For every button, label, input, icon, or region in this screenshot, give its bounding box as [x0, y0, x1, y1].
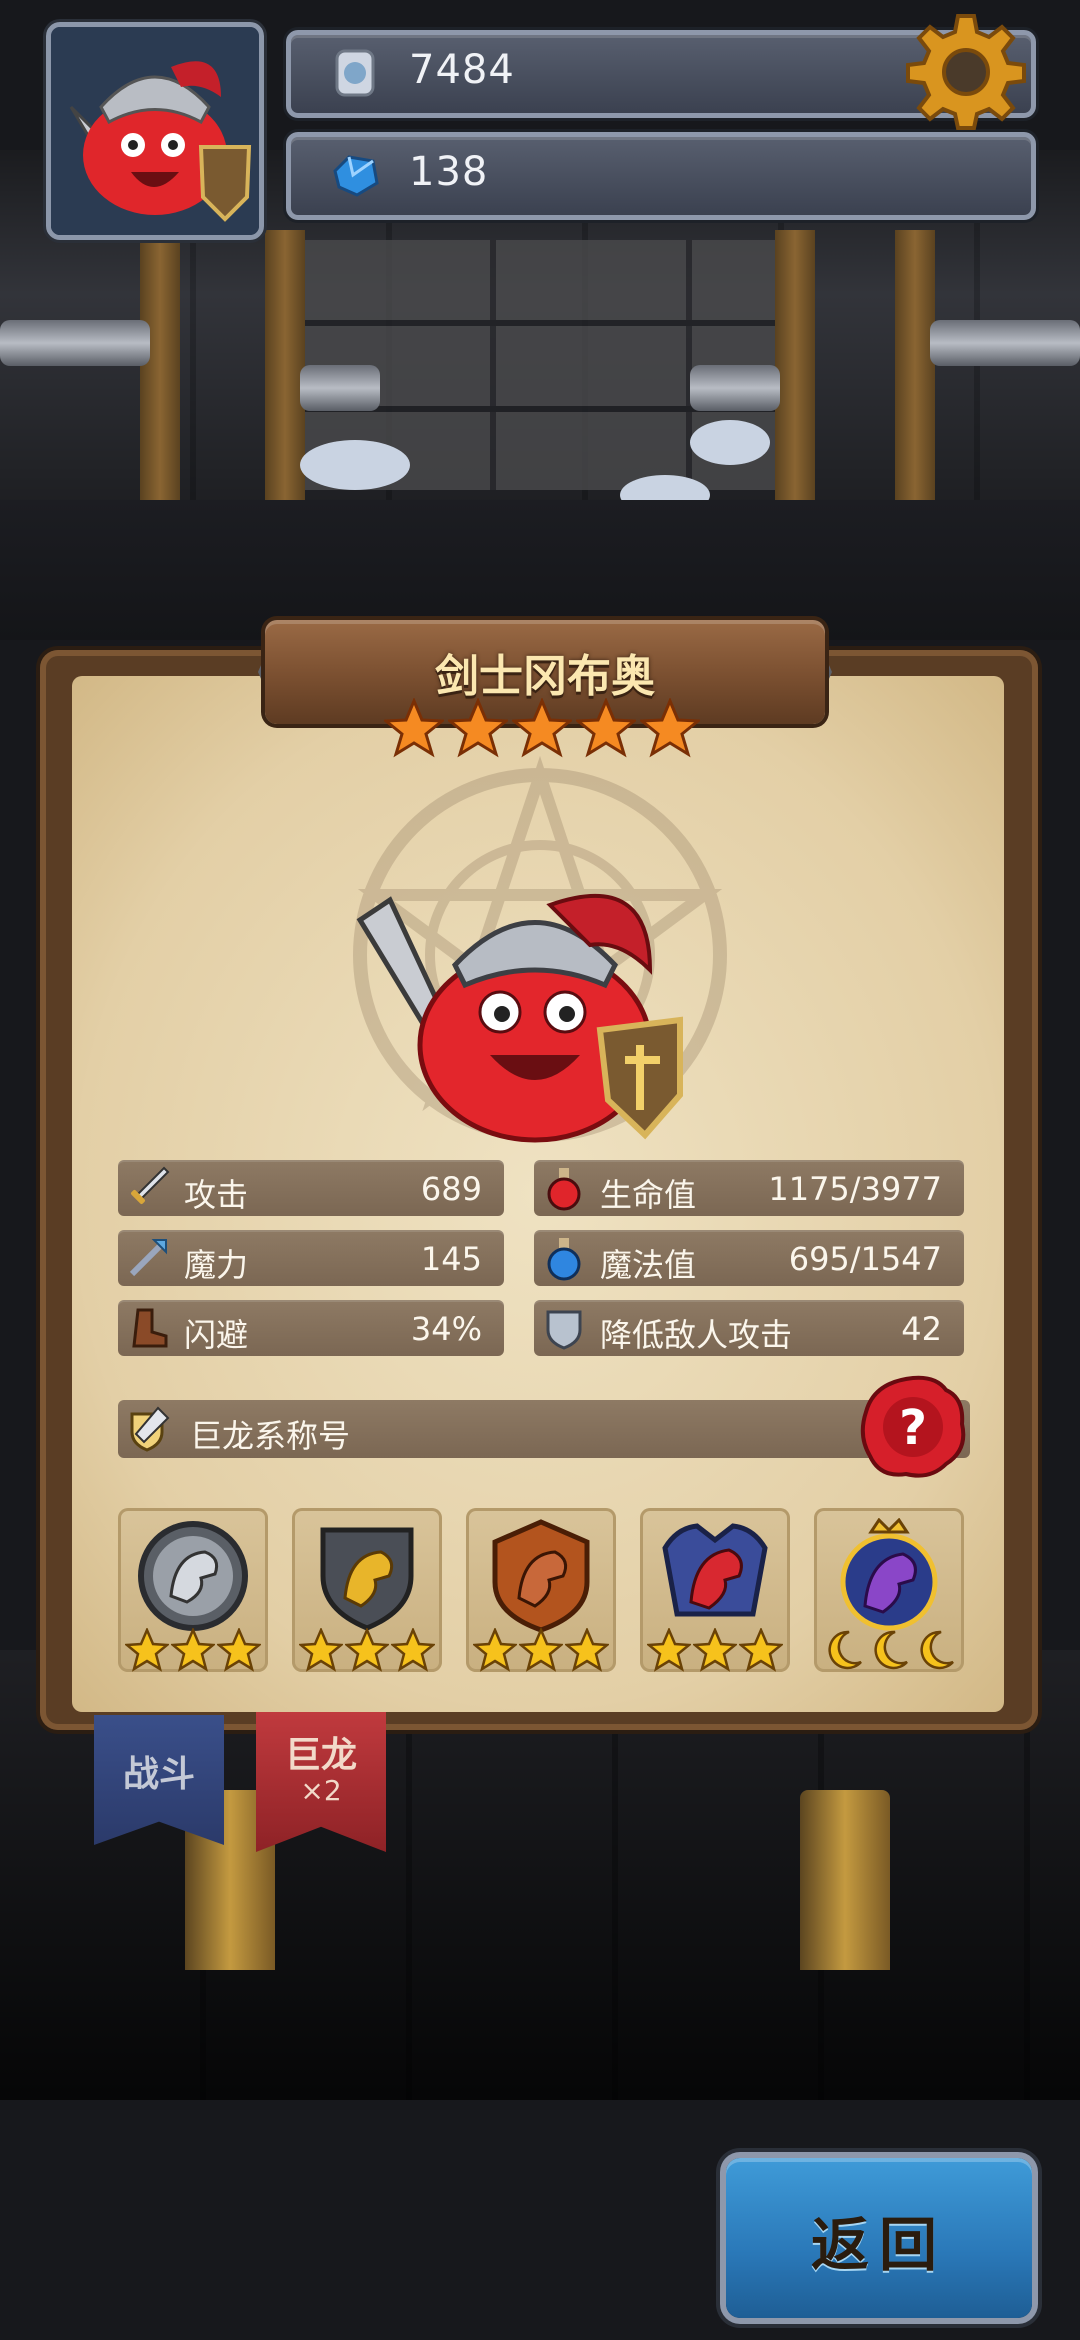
dragon-badge-slot[interactable] [814, 1508, 964, 1672]
badge-stars [470, 1628, 612, 1672]
stat-mp: 魔法值 695/1547 [534, 1230, 964, 1286]
wooden-beam [895, 230, 935, 500]
silver-dragon-badge-icon [138, 1521, 248, 1631]
pipe [690, 365, 780, 411]
title-series-label: 巨龙系称号 [190, 1417, 351, 1455]
bronze-dragon-badge-icon [492, 1519, 590, 1633]
snow-pile [690, 420, 770, 465]
pipe [0, 320, 150, 366]
dragon-badge-slot[interactable] [118, 1508, 268, 1672]
shield-icon [546, 1310, 582, 1350]
purple-dragon-badge-icon [840, 1518, 938, 1631]
settings-gear-icon[interactable] [906, 10, 1026, 130]
stat-value: 1175/3977 [768, 1170, 942, 1208]
back-button[interactable]: 返回 [726, 2158, 1032, 2318]
dragon-badge-slot[interactable] [466, 1508, 616, 1672]
star-icon [448, 698, 508, 758]
help-seal-button[interactable]: ? [858, 1372, 968, 1482]
stat-label: 闪避 [184, 1316, 249, 1354]
blue-gem-icon [333, 155, 379, 197]
blue-potion-icon [547, 1238, 581, 1281]
brass-pillar [800, 1790, 890, 1970]
gold-dragon-badge-icon [320, 1527, 414, 1631]
hero-rating [384, 698, 700, 758]
stat-label: 攻击 [184, 1176, 249, 1214]
swordsman-gumball-portrait [356, 894, 683, 1143]
badge-stars [122, 1628, 264, 1672]
gold-star-icon [217, 1628, 261, 1672]
stat-label: 魔力 [184, 1246, 249, 1284]
snow-pile [300, 440, 410, 490]
star-icon [512, 698, 572, 758]
red-knight-avatar-icon [51, 27, 259, 235]
shadow-band [0, 500, 1080, 640]
red-potion-icon [547, 1168, 581, 1211]
wooden-beam [775, 230, 815, 500]
stat-label: 降低敌人攻击 [600, 1316, 793, 1354]
wooden-beam [265, 230, 305, 500]
gold-moon-icon [920, 1630, 954, 1670]
stat-value: 695/1547 [788, 1240, 942, 1278]
gold-moon-icon [828, 1630, 862, 1670]
stat-value: 145 [420, 1240, 482, 1278]
gold-star-icon [391, 1628, 435, 1672]
gem-counter: 138 [286, 132, 1036, 220]
gold-star-icon [739, 1628, 783, 1672]
coin-value: 7484 [409, 47, 515, 93]
dragon-badge-slot[interactable] [640, 1508, 790, 1672]
hero-name: 剑士冈布奥 [435, 651, 655, 702]
star-icon [576, 698, 636, 758]
tab-label: 巨龙 [284, 1735, 357, 1776]
stat-value: 34% [410, 1310, 482, 1348]
pipe [930, 320, 1080, 366]
stat-value: 689 [420, 1170, 482, 1208]
star-icon [640, 698, 700, 758]
wooden-beam [140, 230, 180, 500]
gold-star-icon [647, 1628, 691, 1672]
magic-staff-icon [129, 1239, 167, 1277]
stat-hp: 生命值 1175/3977 [534, 1160, 964, 1216]
gold-star-icon [345, 1628, 389, 1672]
stat-label: 生命值 [600, 1176, 697, 1214]
gem-value: 138 [409, 149, 489, 195]
silver-coin-icon [335, 49, 375, 97]
boot-icon [132, 1308, 168, 1348]
stat-label: 魔法值 [600, 1246, 697, 1284]
svg-text:?: ? [899, 1400, 927, 1456]
gold-star-icon [519, 1628, 563, 1672]
gold-star-icon [299, 1628, 343, 1672]
gold-star-icon [565, 1628, 609, 1672]
badge-moons [818, 1628, 960, 1672]
red-dragon-badge-icon [662, 1523, 768, 1617]
player-avatar[interactable] [46, 22, 264, 240]
stat-attack: 攻击 689 [118, 1160, 504, 1216]
badge-stars [296, 1628, 438, 1672]
stat-value: 42 [901, 1310, 942, 1348]
gold-moon-icon [874, 1630, 908, 1670]
gold-star-icon [693, 1628, 737, 1672]
sword-shield-icon [130, 1406, 170, 1452]
tab-label: 战斗 [122, 1754, 195, 1795]
stat-reduce-attack: 降低敌人攻击 42 [534, 1300, 964, 1356]
star-icon [384, 698, 444, 758]
gold-star-icon [171, 1628, 215, 1672]
gold-star-icon [473, 1628, 517, 1672]
sword-icon [131, 1166, 170, 1204]
back-button-label: 返回 [810, 2211, 947, 2279]
stat-magic-power: 魔力 145 [118, 1230, 504, 1286]
tab-count: ×2 [300, 1774, 342, 1807]
gold-star-icon [125, 1628, 169, 1672]
badge-stars [644, 1628, 786, 1672]
dragon-badge-slot[interactable] [292, 1508, 442, 1672]
title-series-row: 巨龙系称号 [118, 1400, 970, 1458]
pipe [300, 365, 380, 411]
stat-dodge: 闪避 34% [118, 1300, 504, 1356]
